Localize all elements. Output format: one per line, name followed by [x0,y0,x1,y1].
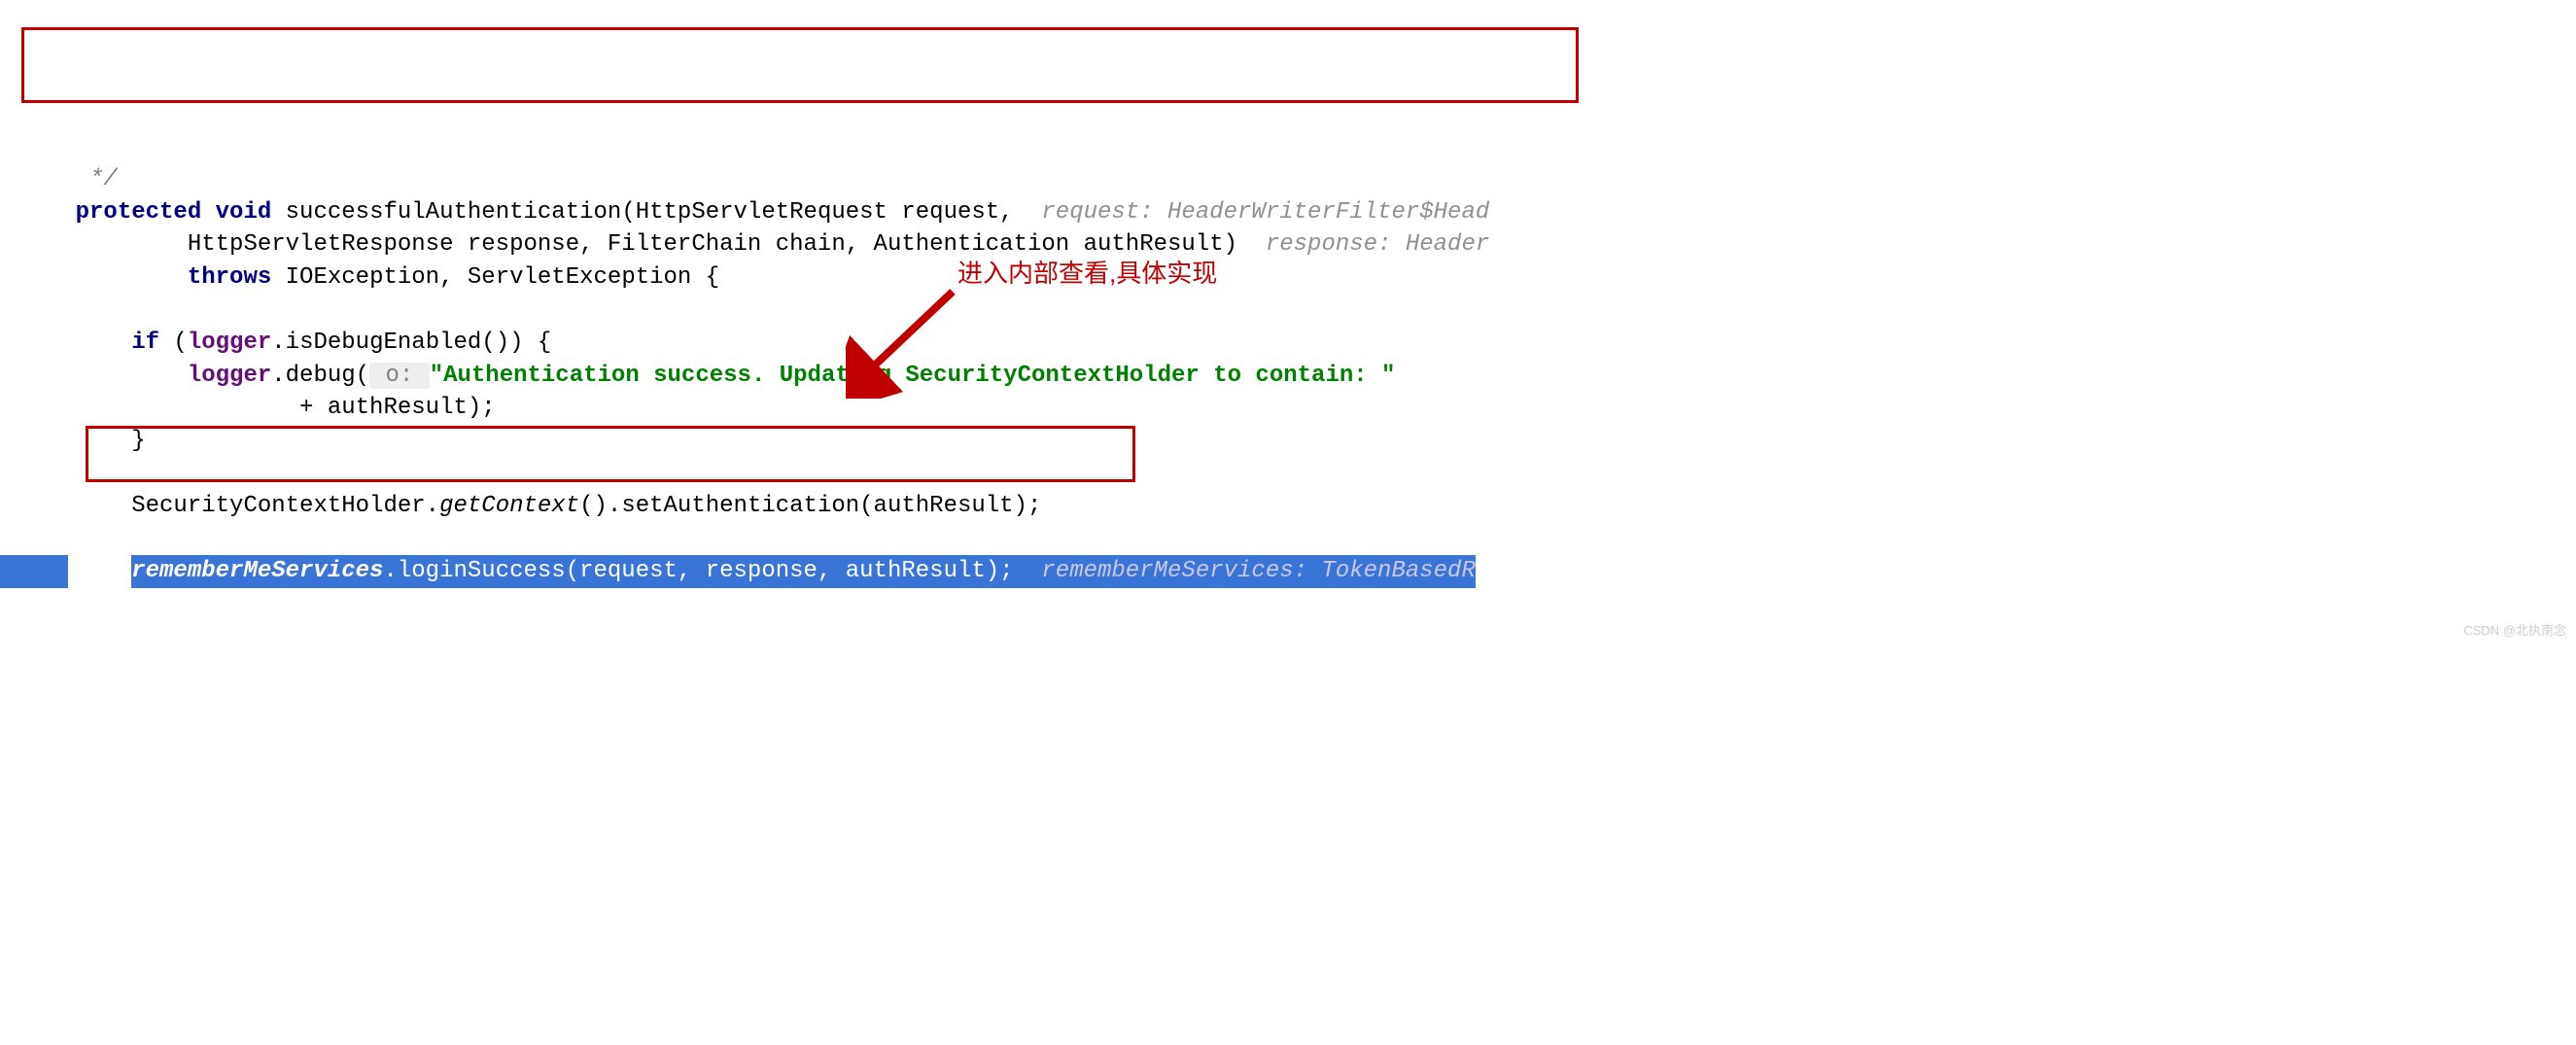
execution-gutter [0,555,68,588]
method-signature: successfulAuthentication(HttpServletRequ… [286,199,1014,226]
inlay-hint-response: response: Header [1266,231,1489,258]
getcontext-call: getContext [439,493,579,519]
string-literal: "Authentication success. Updating Securi… [430,363,1396,389]
field-remembermeservices: rememberMeServices [131,558,383,584]
annotation-text: 进入内部查看,具体实现 [957,256,1217,291]
field-logger1: logger [188,330,271,356]
field-logger2: logger [188,363,271,389]
comment-end: */ [19,166,118,192]
param-hint-o: o: [369,363,430,389]
inlay-hint-request: request: HeaderWriterFilter$Head [1041,199,1489,226]
brace-close: } [19,428,146,454]
code-editor[interactable]: */ protected void successfulAuthenticati… [0,130,2576,587]
keyword-protected: protected [76,199,202,226]
keyword-void: void [216,199,272,226]
inlay-hint-remember: rememberMeServices: TokenBasedR [1027,558,1476,584]
highlight-box-signature [21,27,1579,103]
throws-list: IOException, ServletException { [286,264,719,291]
execution-line[interactable]: rememberMeServices.loginSuccess(request,… [131,555,1476,588]
keyword-throws: throws [188,264,271,291]
concat-authresult: + authResult); [19,395,496,421]
security-context-call: SecurityContextHolder. [19,493,439,519]
watermark: CSDN @北执南念 [2463,622,2566,640]
method-params-line2: HttpServletResponse response, FilterChai… [19,231,1237,258]
keyword-if: if [131,330,159,356]
